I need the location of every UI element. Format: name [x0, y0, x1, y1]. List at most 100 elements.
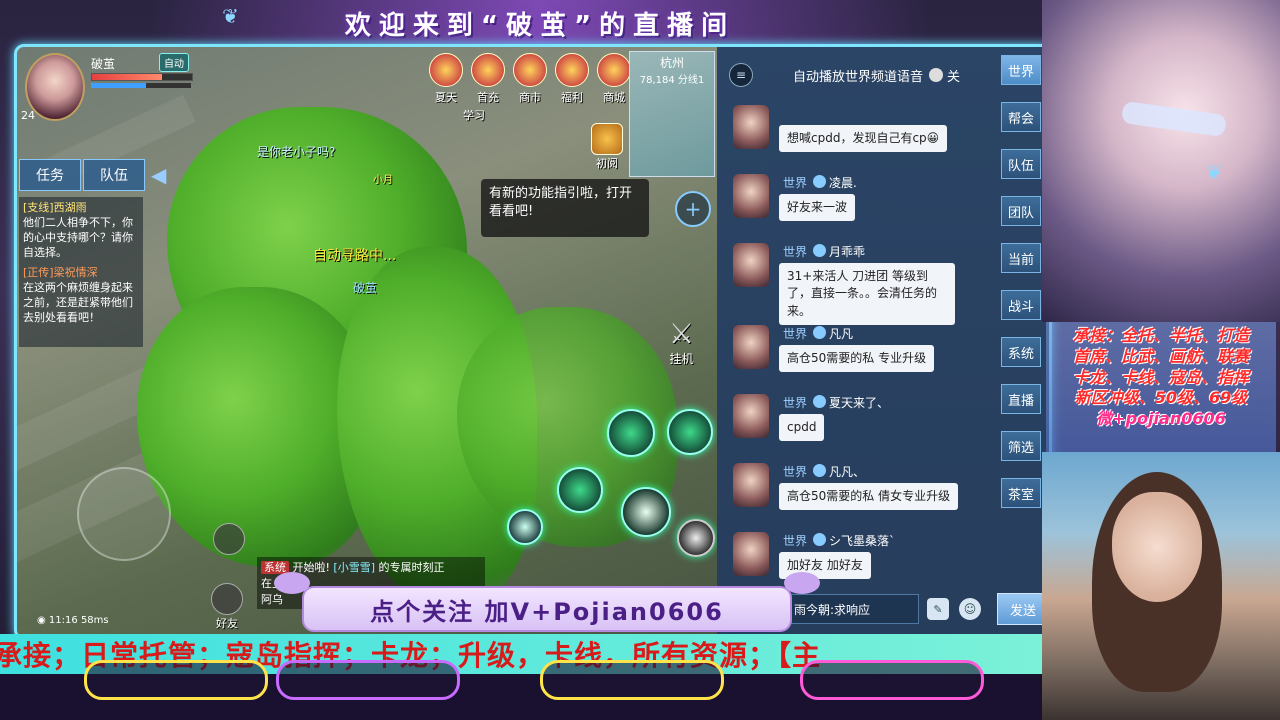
npc-label: 小月 — [373, 175, 393, 186]
clock-time: 11:16 — [48, 615, 78, 626]
channel-label: 世界 — [783, 327, 808, 341]
welcome-text: 欢迎来到“破茧”的直播间 — [344, 10, 736, 41]
summer-icon[interactable]: 夏天 — [427, 53, 465, 105]
ping-value: 58ms — [80, 615, 109, 626]
quest-title[interactable]: [支线]西湖雨 — [23, 201, 139, 216]
skill-button[interactable] — [557, 467, 603, 513]
chat-message[interactable]: 世界 月乖乖 31+来活人 刀进团 等级到了，直接一条。。会清任务的来。 — [731, 243, 999, 326]
first-learn-icon[interactable]: 初阅 — [591, 123, 623, 171]
chat-input[interactable]: 雨今朝:求响应 — [787, 594, 919, 624]
tab-live[interactable]: 直播 — [1001, 384, 1041, 414]
study-icon[interactable]: 学习 — [463, 107, 485, 123]
chat-message[interactable]: 世界 夏天来了、 cpdd — [731, 394, 999, 463]
decor-pill — [540, 660, 724, 700]
tab-current[interactable]: 当前 — [1001, 243, 1041, 273]
market-icon[interactable]: 商市 — [511, 53, 549, 105]
streamer-photo — [1042, 452, 1280, 720]
skill-button[interactable] — [677, 519, 715, 557]
channel-tabs: 世界 帮会 队伍 团队 当前 战斗 系统 直播 筛选 茶室 — [1001, 55, 1041, 525]
minimap[interactable]: 杭州 78,184 分线1 — [629, 51, 715, 177]
mall-icon[interactable]: 商城 — [595, 53, 633, 105]
first-charge-icon[interactable]: 首充 — [469, 53, 507, 105]
chat-message[interactable]: 想喊cpdd，发现自己有cp😀 — [731, 105, 999, 174]
tab-group[interactable]: 团队 — [1001, 196, 1041, 226]
auto-voice-label: 自动播放世界频道语音 — [793, 69, 924, 85]
right-column: ❦ 承接：全托、半托、打造 首席、比武、画舫、联赛 卡龙、卡线、寇岛、指挥 新区… — [1042, 0, 1280, 720]
edit-icon[interactable]: ✎ — [927, 598, 949, 620]
chat-message[interactable]: 世界 凡凡 高仓50需要的私 专业升级 — [731, 325, 999, 394]
tab-filter[interactable]: 筛选 — [1001, 431, 1041, 461]
npc-dialog: 是你老小子吗? — [257, 145, 336, 159]
list-icon[interactable]: ≡ — [729, 63, 753, 87]
sender-name[interactable]: 月乖乖 — [829, 243, 865, 260]
chat-bubble: cpdd — [779, 414, 825, 442]
game-frame: 破茧 自动 24 任务 队伍 ◀ [支线]西湖雨 他们二人相争不下，你的心中支持… — [14, 44, 1052, 640]
skill-button[interactable] — [621, 487, 671, 537]
badge-icon — [813, 175, 826, 188]
tab-system[interactable]: 系统 — [1001, 337, 1041, 367]
chat-messages[interactable]: 想喊cpdd，发现自己有cp😀 世界 凌晨. 好友来一波 世界 月乖乖 31+来… — [731, 105, 999, 601]
follow-text: 点个关注 加V+Pojian0606 — [370, 597, 724, 626]
quest-title[interactable]: [正传]梁祝情深 — [23, 266, 139, 281]
sender-name[interactable]: 凡凡 — [829, 325, 853, 342]
avatar[interactable] — [733, 174, 769, 218]
player-level: 24 — [21, 109, 35, 122]
emoji-icon[interactable]: ☺ — [959, 598, 981, 620]
avatar[interactable] — [733, 243, 769, 287]
auto-voice-toggle[interactable] — [929, 68, 944, 82]
follow-banner: 点个关注 加V+Pojian0606 — [274, 572, 820, 632]
plus-icon[interactable]: + — [675, 191, 711, 227]
guide-tip[interactable]: 有新的功能指引啦，打开看看吧! — [481, 179, 649, 237]
chat-message[interactable]: 世界 凌晨. 好友来一波 — [731, 174, 999, 243]
auto-badge[interactable]: 自动 — [159, 53, 189, 72]
badge-icon — [813, 533, 826, 546]
tab-tearoom[interactable]: 茶室 — [1001, 478, 1041, 508]
avatar[interactable] — [733, 532, 769, 576]
minimap-coords: 78,184 分线1 — [639, 75, 705, 86]
welfare-icon[interactable]: 福利 — [553, 53, 591, 105]
tab-world[interactable]: 世界 — [1001, 55, 1041, 85]
channel-label: 世界 — [783, 534, 808, 548]
team-tab[interactable]: 队伍 — [83, 159, 145, 191]
hp-bar — [91, 73, 193, 81]
skill-button[interactable] — [607, 409, 655, 457]
face — [1112, 492, 1202, 602]
tab-guild[interactable]: 帮会 — [1001, 102, 1041, 132]
quest-text: 他们二人相争不下，你的心中支持哪个？请你自选择。 — [23, 215, 133, 259]
anime-portrait: ❦ — [1042, 0, 1280, 322]
channel-label: 世界 — [783, 245, 808, 259]
sender-name[interactable]: シ飞墨桑落` — [829, 532, 895, 549]
sender-name[interactable]: 凌晨. — [829, 174, 857, 191]
movement-joystick[interactable] — [77, 467, 171, 561]
skill-button[interactable] — [667, 409, 713, 455]
service-line: 首席、比武、画舫、联赛 — [1072, 346, 1249, 366]
voice-button[interactable] — [213, 523, 245, 555]
channel-label: 世界 — [783, 176, 808, 190]
avatar[interactable] — [733, 394, 769, 438]
tab-battle[interactable]: 战斗 — [1001, 290, 1041, 320]
wechat-contact: 微+pojian0606 — [1096, 409, 1226, 429]
avatar[interactable] — [733, 105, 769, 149]
activity-icons: 夏天 首充 商市 福利 商城 — [427, 53, 633, 105]
quest-text: 在这两个麻烦缠身起来之前，还是赶紧带他们去别处看看吧！ — [23, 281, 133, 324]
badge-icon — [813, 464, 826, 477]
hang-button[interactable]: ⚔ 挂机 — [669, 317, 694, 367]
tab-team[interactable]: 队伍 — [1001, 149, 1041, 179]
system-user[interactable]: [小雪雪] — [333, 561, 375, 574]
decor-pill — [84, 660, 268, 700]
collapse-arrow-icon[interactable]: ◀ — [151, 163, 166, 187]
sender-name[interactable]: 夏天来了、 — [829, 394, 889, 411]
avatar[interactable] — [733, 463, 769, 507]
voice-icon — [213, 523, 245, 555]
sender-name[interactable]: 凡凡、 — [829, 463, 865, 480]
avatar[interactable] — [733, 325, 769, 369]
game-scene[interactable]: 破茧 自动 24 任务 队伍 ◀ [支线]西湖雨 他们二人相争不下，你的心中支持… — [17, 47, 717, 637]
player-name: 破茧 — [91, 57, 116, 71]
friends-button[interactable]: 好友 — [211, 583, 243, 631]
quest-tab[interactable]: 任务 — [19, 159, 81, 191]
blindfold — [1120, 100, 1228, 138]
skill-button[interactable] — [507, 509, 543, 545]
quest-panel[interactable]: [支线]西湖雨 他们二人相争不下，你的心中支持哪个？请你自选择。 [正传]梁祝情… — [19, 197, 143, 347]
chat-message[interactable]: 世界 凡凡、 高仓50需要的私 倩女专业升级 — [731, 463, 999, 532]
bow-decoration — [274, 572, 310, 594]
